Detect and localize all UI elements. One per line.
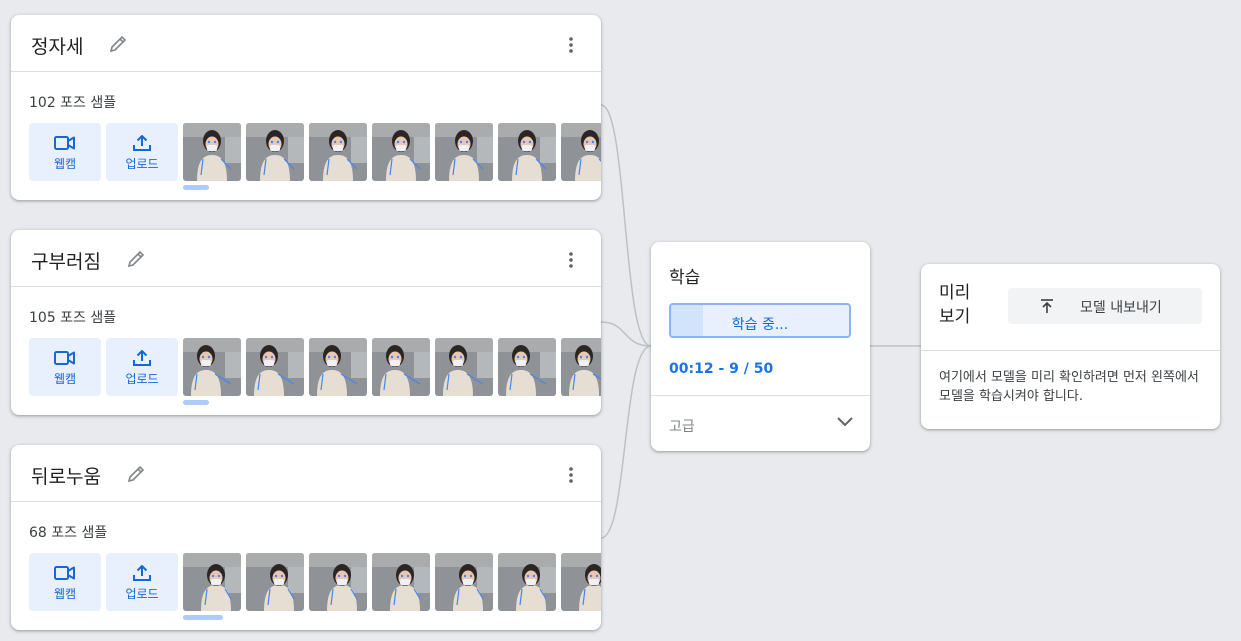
pose-sample-thumbnail[interactable] xyxy=(183,553,241,611)
export-icon xyxy=(1041,299,1053,313)
pose-sample-thumbnail[interactable] xyxy=(309,123,367,181)
webcam-button[interactable]: 웹캠 xyxy=(29,338,101,396)
pose-sample-thumbnail[interactable] xyxy=(246,338,304,396)
export-model-button[interactable]: 모델 내보내기 xyxy=(1008,288,1202,324)
pose-sample-thumbnail[interactable] xyxy=(309,553,367,611)
webcam-label: 웹캠 xyxy=(53,157,77,171)
pose-sample-thumbnail[interactable] xyxy=(183,123,241,181)
pose-sample-thumbnail[interactable] xyxy=(498,553,556,611)
preview-title: 미리 보기 xyxy=(939,283,971,327)
preview-message: 여기에서 모델을 미리 확인하려면 먼저 왼쪽에서 모델을 학습시켜야 합니다. xyxy=(939,370,1199,404)
sample-thumbnails xyxy=(183,553,601,611)
pose-sample-thumbnail[interactable] xyxy=(372,553,430,611)
webcam-button[interactable]: 웹캠 xyxy=(29,123,101,181)
pose-sample-thumbnail[interactable] xyxy=(309,338,367,396)
sample-thumbnails xyxy=(183,123,601,181)
pose-sample-thumbnail[interactable] xyxy=(246,553,304,611)
pencil-icon[interactable] xyxy=(125,463,147,485)
class-card: 구부러짐 105 포즈 샘플 웹캠 업로드 xyxy=(11,230,601,415)
pencil-icon[interactable] xyxy=(107,33,129,55)
preview-card: 미리 보기 모델 내보내기 여기에서 모델을 미리 확인하려면 먼저 왼쪽에서 … xyxy=(921,264,1220,429)
class-name[interactable]: 구부러짐 xyxy=(31,247,101,274)
training-card: 학습 학습 중... 00:12 - 9 / 50 고급 xyxy=(651,242,870,451)
pose-sample-thumbnail[interactable] xyxy=(372,338,430,396)
upload-button[interactable]: 업로드 xyxy=(106,553,178,611)
export-label: 모델 내보내기 xyxy=(1080,300,1162,316)
upload-label: 업로드 xyxy=(125,587,159,601)
class-name[interactable]: 뒤로누움 xyxy=(31,462,101,489)
upload-label: 업로드 xyxy=(125,157,159,171)
pose-sample-thumbnail[interactable] xyxy=(435,338,493,396)
more-vert-icon[interactable] xyxy=(561,35,581,55)
pose-sample-thumbnail[interactable] xyxy=(372,123,430,181)
sample-count: 105 포즈 샘플 xyxy=(29,310,117,326)
webcam-button[interactable]: 웹캠 xyxy=(29,553,101,611)
class-header: 정자세 xyxy=(11,15,601,72)
training-status: 00:12 - 9 / 50 xyxy=(669,361,774,377)
training-title: 학습 xyxy=(669,268,701,288)
upload-icon xyxy=(133,350,151,366)
advanced-toggle[interactable]: 고급 xyxy=(651,396,870,451)
pose-sample-thumbnail[interactable] xyxy=(561,338,601,396)
class-name[interactable]: 정자세 xyxy=(31,32,83,59)
pose-sample-thumbnail[interactable] xyxy=(435,123,493,181)
upload-icon xyxy=(133,135,151,151)
pose-sample-thumbnail[interactable] xyxy=(246,123,304,181)
videocam-icon xyxy=(54,351,75,365)
class-card: 정자세 102 포즈 샘플 웹캠 업로드 xyxy=(11,15,601,200)
pose-sample-thumbnail[interactable] xyxy=(498,338,556,396)
webcam-label: 웹캠 xyxy=(53,587,77,601)
class-header: 뒤로누움 xyxy=(11,445,601,502)
thumbnail-scroll-indicator[interactable] xyxy=(183,400,209,405)
sample-count: 68 포즈 샘플 xyxy=(29,525,108,541)
thumbnail-scroll-indicator[interactable] xyxy=(183,185,209,190)
videocam-icon xyxy=(54,566,75,580)
advanced-label: 고급 xyxy=(669,419,695,435)
thumbnail-scroll-indicator[interactable] xyxy=(183,615,223,620)
divider xyxy=(921,350,1220,351)
upload-button[interactable]: 업로드 xyxy=(106,338,178,396)
videocam-icon xyxy=(54,136,75,150)
sample-count: 102 포즈 샘플 xyxy=(29,95,117,111)
train-model-button[interactable]: 학습 중... xyxy=(669,303,851,338)
sample-thumbnails xyxy=(183,338,601,396)
upload-button[interactable]: 업로드 xyxy=(106,123,178,181)
class-card: 뒤로누움 68 포즈 샘플 웹캠 업로드 xyxy=(11,445,601,630)
upload-icon xyxy=(133,565,151,581)
pose-sample-thumbnail[interactable] xyxy=(561,123,601,181)
train-button-label: 학습 중... xyxy=(731,317,789,333)
pose-sample-thumbnail[interactable] xyxy=(183,338,241,396)
class-header: 구부러짐 xyxy=(11,230,601,287)
more-vert-icon[interactable] xyxy=(561,465,581,485)
pencil-icon[interactable] xyxy=(125,248,147,270)
pose-sample-thumbnail[interactable] xyxy=(561,553,601,611)
pose-sample-thumbnail[interactable] xyxy=(435,553,493,611)
chevron-down-icon xyxy=(837,417,853,427)
upload-label: 업로드 xyxy=(125,372,159,386)
webcam-label: 웹캠 xyxy=(53,372,77,386)
more-vert-icon[interactable] xyxy=(561,250,581,270)
pose-sample-thumbnail[interactable] xyxy=(498,123,556,181)
